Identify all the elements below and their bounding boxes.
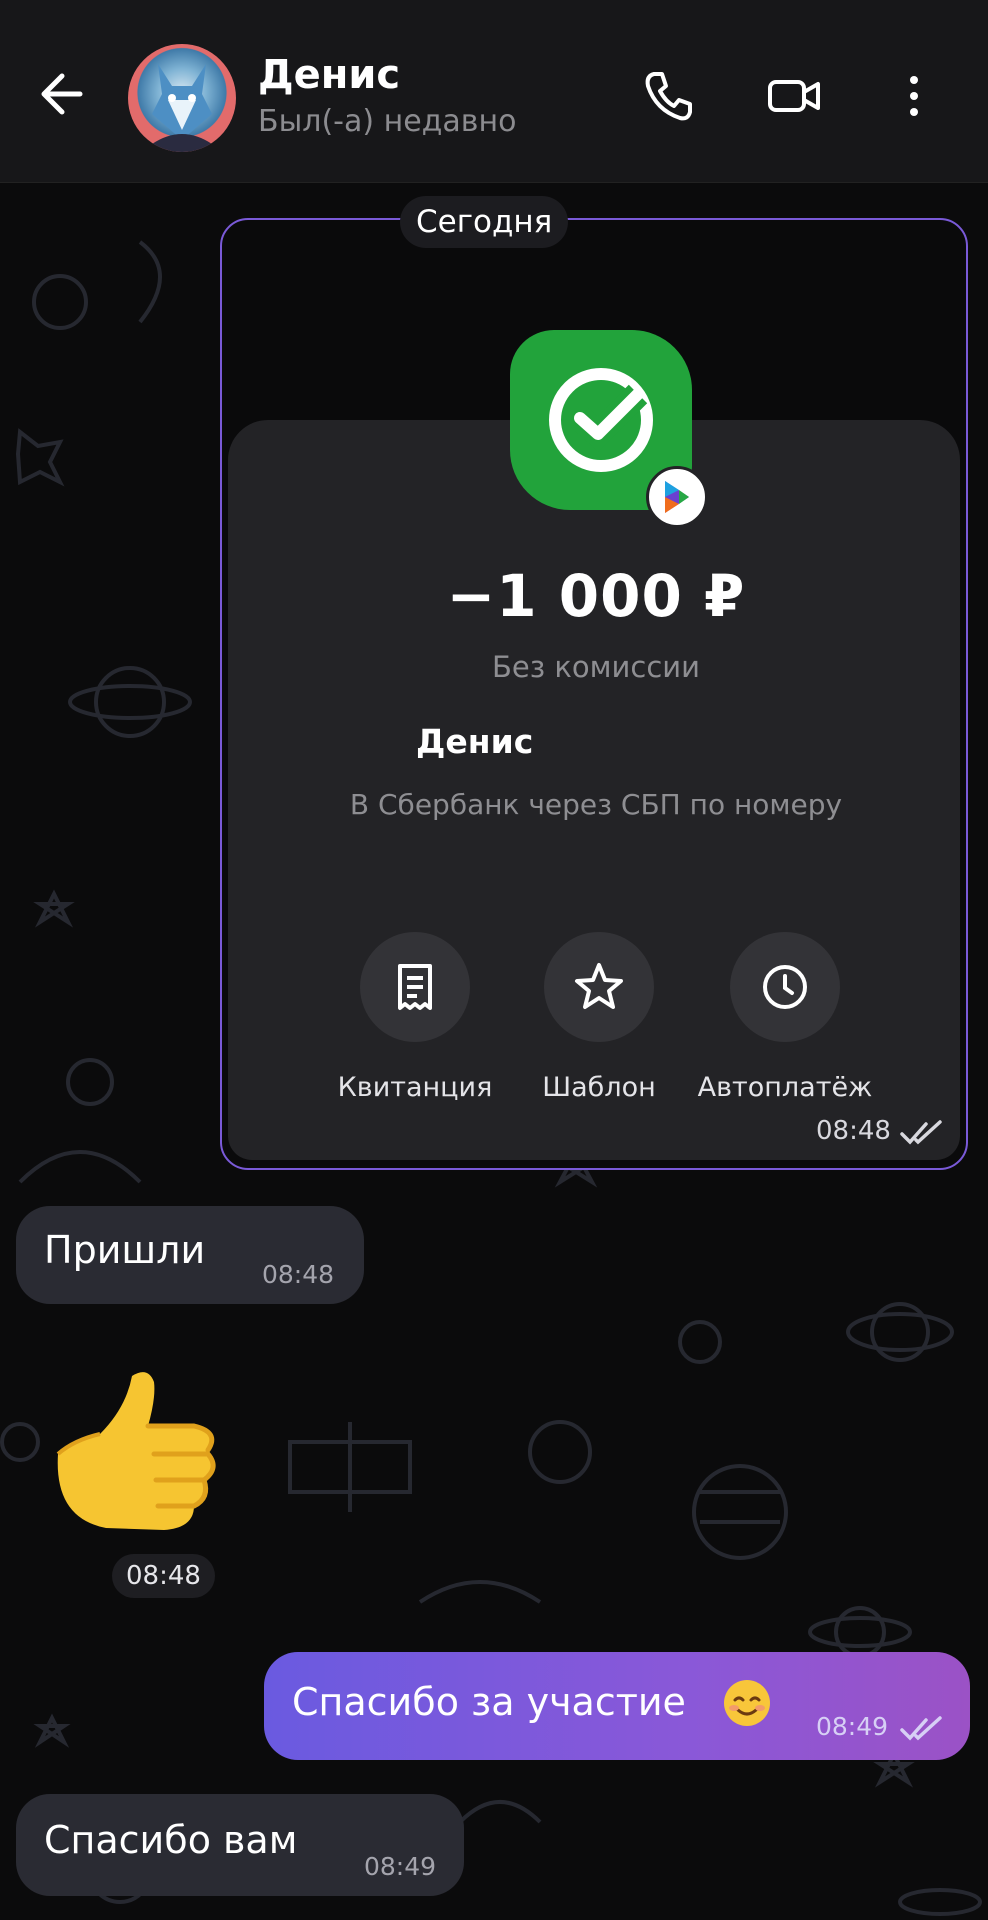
- payment-message-card[interactable]: −1 000 ₽ Без комиссии Денис В Сбербанк ч…: [220, 218, 968, 1170]
- message-text: Спасибо вам: [44, 1818, 298, 1862]
- smiling-emoji-icon: [722, 1678, 772, 1728]
- commission-label: Без комиссии: [492, 650, 700, 684]
- autopay-button[interactable]: [730, 932, 840, 1042]
- date-divider: Сегодня: [400, 196, 569, 248]
- contact-status: Был(-а) недавно: [258, 104, 517, 139]
- message-time: 08:48: [262, 1260, 335, 1289]
- autopay-label: Автоплатёж: [697, 1072, 873, 1103]
- recipient-name: Денис: [416, 722, 534, 761]
- message-time: 08:48: [816, 1116, 891, 1146]
- incoming-message[interactable]: Пришли 08:48: [16, 1206, 364, 1304]
- receipt-button[interactable]: [360, 932, 470, 1042]
- template-label: Шаблон: [542, 1072, 656, 1103]
- double-check-icon: [900, 1716, 942, 1741]
- sbp-logo-icon: [646, 466, 708, 528]
- template-button[interactable]: [544, 932, 654, 1042]
- payment-amount: −1 000 ₽: [446, 562, 746, 630]
- outgoing-message[interactable]: Спасибо за участие 08:49: [264, 1652, 970, 1760]
- video-call-icon[interactable]: [764, 66, 824, 126]
- message-text: Пришли: [44, 1228, 206, 1272]
- message-time: 08:49: [364, 1852, 437, 1881]
- phone-call-icon[interactable]: [638, 66, 698, 126]
- incoming-message[interactable]: Спасибо вам 08:49: [16, 1794, 464, 1896]
- avatar[interactable]: [128, 44, 236, 152]
- contact-name[interactable]: Денис: [258, 52, 400, 98]
- chat-header: Денис Был(-а) недавно: [0, 0, 988, 183]
- double-check-icon: [900, 1120, 942, 1145]
- back-arrow-icon[interactable]: [34, 64, 94, 124]
- more-options-icon[interactable]: [894, 66, 934, 126]
- sticker-time: 08:48: [112, 1554, 215, 1598]
- receipt-label: Квитанция: [337, 1072, 493, 1103]
- thumbs-up-sticker-icon[interactable]: [44, 1368, 220, 1544]
- message-time: 08:49: [816, 1712, 889, 1741]
- message-text: Спасибо за участие: [292, 1680, 686, 1724]
- transfer-method: В Сбербанк через СБП по номеру: [349, 788, 843, 821]
